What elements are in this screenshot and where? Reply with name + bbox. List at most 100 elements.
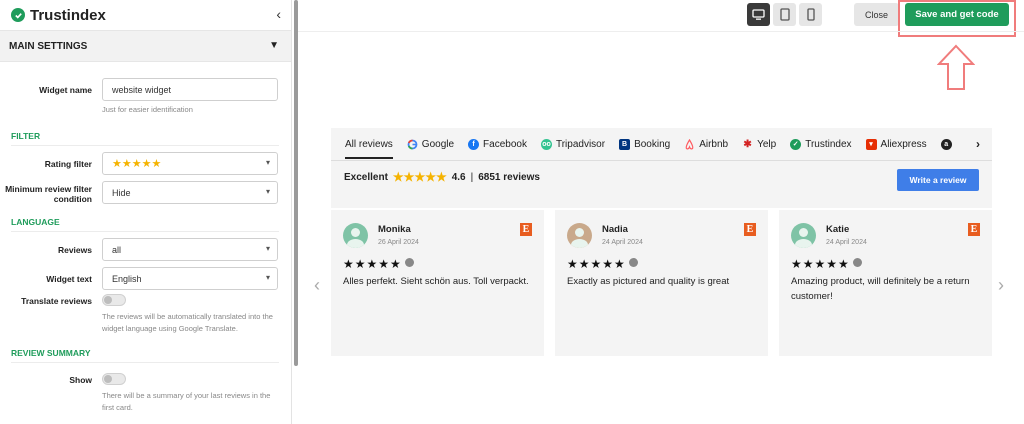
review-date: 24 April 2024 <box>602 239 643 246</box>
tab-booking[interactable]: B Booking <box>619 138 670 150</box>
tablet-view-button[interactable] <box>773 3 796 26</box>
summary-separator: | <box>470 171 474 183</box>
verified-icon <box>852 258 862 267</box>
tab-facebook[interactable]: f Facebook <box>468 138 527 150</box>
etsy-icon: E <box>520 223 532 236</box>
airbnb-icon <box>685 138 694 149</box>
tab-tripadvisor[interactable]: oo Tripadvisor <box>540 138 606 150</box>
filter-group-title: FILTER <box>11 131 279 146</box>
google-icon <box>407 139 418 149</box>
review-card: Katie 24 April 2024 E ★★★★★ Amazing prod… <box>779 210 992 356</box>
save-and-get-code-button[interactable]: Save and get code <box>905 3 1009 26</box>
sidebar-scrollbar[interactable] <box>294 0 298 366</box>
tab-label: Trustindex <box>805 138 852 150</box>
widget-name-input[interactable]: website widget <box>102 78 278 101</box>
arrow-up-annotation-icon <box>937 44 975 90</box>
rating-filter-label: Rating filter <box>44 158 92 169</box>
tripadvisor-icon: oo <box>540 138 552 150</box>
tab-trustindex[interactable]: ✓ Trustindex <box>790 138 852 150</box>
chevron-down-icon: ▾ <box>265 158 270 167</box>
write-review-button[interactable]: Write a review <box>897 169 979 191</box>
topbar-divider <box>298 31 1024 32</box>
min-review-label: Minimum review filter condition <box>5 183 92 204</box>
reviewer-name: Nadia <box>602 224 628 235</box>
main-settings-header[interactable]: MAIN SETTINGS ▼ <box>0 30 291 62</box>
tab-airbnb[interactable]: Airbnb <box>684 138 729 150</box>
reviewer-name: Katie <box>826 224 850 235</box>
summary-rating: 4.6 <box>451 171 466 183</box>
avatar <box>343 223 368 248</box>
widget-name-help: Just for easier identification <box>102 105 193 114</box>
chevron-down-icon: ▾ <box>265 244 270 253</box>
review-card: Nadia 24 April 2024 E ★★★★★ Exactly as p… <box>555 210 768 356</box>
rating-filter-select[interactable]: ★★★★★ ▾ <box>102 152 278 175</box>
show-summary-toggle[interactable] <box>102 373 126 385</box>
next-arrow-icon[interactable]: › <box>998 275 1004 296</box>
review-stars-icon: ★★★★★ <box>791 257 862 271</box>
review-card: Monika 26 April 2024 E ★★★★★ Alles perfe… <box>331 210 544 356</box>
prev-arrow-icon[interactable]: ‹ <box>314 275 320 296</box>
translate-toggle[interactable] <box>102 294 126 306</box>
etsy-icon: E <box>968 223 980 236</box>
reviews-lang-value: all <box>112 244 122 255</box>
amazon-icon: a <box>940 138 952 150</box>
tab-yelp[interactable]: ✱ Yelp <box>742 139 776 150</box>
avatar <box>567 223 592 248</box>
collapse-sidebar-icon[interactable]: ‹ <box>276 6 281 22</box>
tablet-icon <box>779 8 790 21</box>
tab-all-reviews[interactable]: All reviews <box>345 139 393 159</box>
tabs-next-icon[interactable]: › <box>976 137 980 151</box>
review-text: Exactly as pictured and quality is great <box>567 276 730 287</box>
reviews-lang-label: Reviews <box>57 244 92 255</box>
reviews-lang-select[interactable]: all ▾ <box>102 238 278 261</box>
platform-tabs: All reviews Google f Facebook oo Tripadv… <box>331 128 992 161</box>
settings-sidebar: Trustindex ‹ MAIN SETTINGS ▼ Widget name… <box>0 0 292 424</box>
review-text: Amazing product, will definitely be a re… <box>791 276 970 302</box>
brand-name: Trustindex <box>30 6 106 24</box>
tab-amazon[interactable]: a <box>940 138 956 150</box>
desktop-view-button[interactable] <box>747 3 770 26</box>
desktop-icon <box>752 8 765 20</box>
facebook-icon: f <box>468 138 480 150</box>
review-text: Alles perfekt. Sieht schön aus. Toll ver… <box>343 276 529 287</box>
widget-text-value: English <box>112 273 142 284</box>
mobile-icon <box>806 8 815 21</box>
main-settings-title: MAIN SETTINGS <box>9 40 88 52</box>
tab-label: Facebook <box>483 138 527 150</box>
chevron-down-icon: ▾ <box>265 273 270 282</box>
rating-summary: Excellent ★★★★★ 4.6 | 6851 reviews <box>344 170 540 184</box>
mobile-view-button[interactable] <box>799 3 822 26</box>
summary-count: 6851 reviews <box>478 171 540 183</box>
tab-label: Airbnb <box>699 138 729 150</box>
review-stars-icon: ★★★★★ <box>343 257 414 271</box>
tab-label: Yelp <box>757 138 777 150</box>
trustindex-icon: ✓ <box>790 138 802 150</box>
review-date: 26 April 2024 <box>378 239 419 246</box>
tab-aliexpress[interactable]: ▾ Aliexpress <box>865 138 927 150</box>
review-stars-icon: ★★★★★ <box>567 257 638 271</box>
review-widget-preview: All reviews Google f Facebook oo Tripadv… <box>331 128 992 356</box>
widget-text-select[interactable]: English ▾ <box>102 267 278 290</box>
booking-icon: B <box>619 138 631 150</box>
show-summary-label: Show <box>69 374 92 385</box>
rating-filter-stars: ★★★★★ <box>112 158 162 170</box>
verified-icon <box>404 258 414 267</box>
min-review-select[interactable]: Hide ▾ <box>102 181 278 204</box>
review-summary-group-title: REVIEW SUMMARY <box>11 348 279 363</box>
reviewer-name: Monika <box>378 224 411 235</box>
widget-name-label: Widget name <box>39 84 92 95</box>
etsy-icon: E <box>744 223 756 236</box>
translate-label: Translate reviews <box>21 295 92 306</box>
language-group-title: LANGUAGE <box>11 217 279 232</box>
tab-label: Tripadvisor <box>555 138 606 150</box>
tab-google[interactable]: Google <box>407 139 454 150</box>
verified-icon <box>628 258 638 267</box>
summary-stars-icon: ★★★★★ <box>392 170 447 184</box>
show-summary-row: Show <box>0 373 291 386</box>
chevron-down-icon: ▼ <box>269 40 279 51</box>
summary-word: Excellent <box>344 171 388 183</box>
close-button[interactable]: Close <box>854 3 899 26</box>
show-summary-help: There will be a summary of your last rev… <box>102 391 271 412</box>
widget-text-label: Widget text <box>46 273 92 284</box>
translate-row: Translate reviews <box>0 294 291 307</box>
